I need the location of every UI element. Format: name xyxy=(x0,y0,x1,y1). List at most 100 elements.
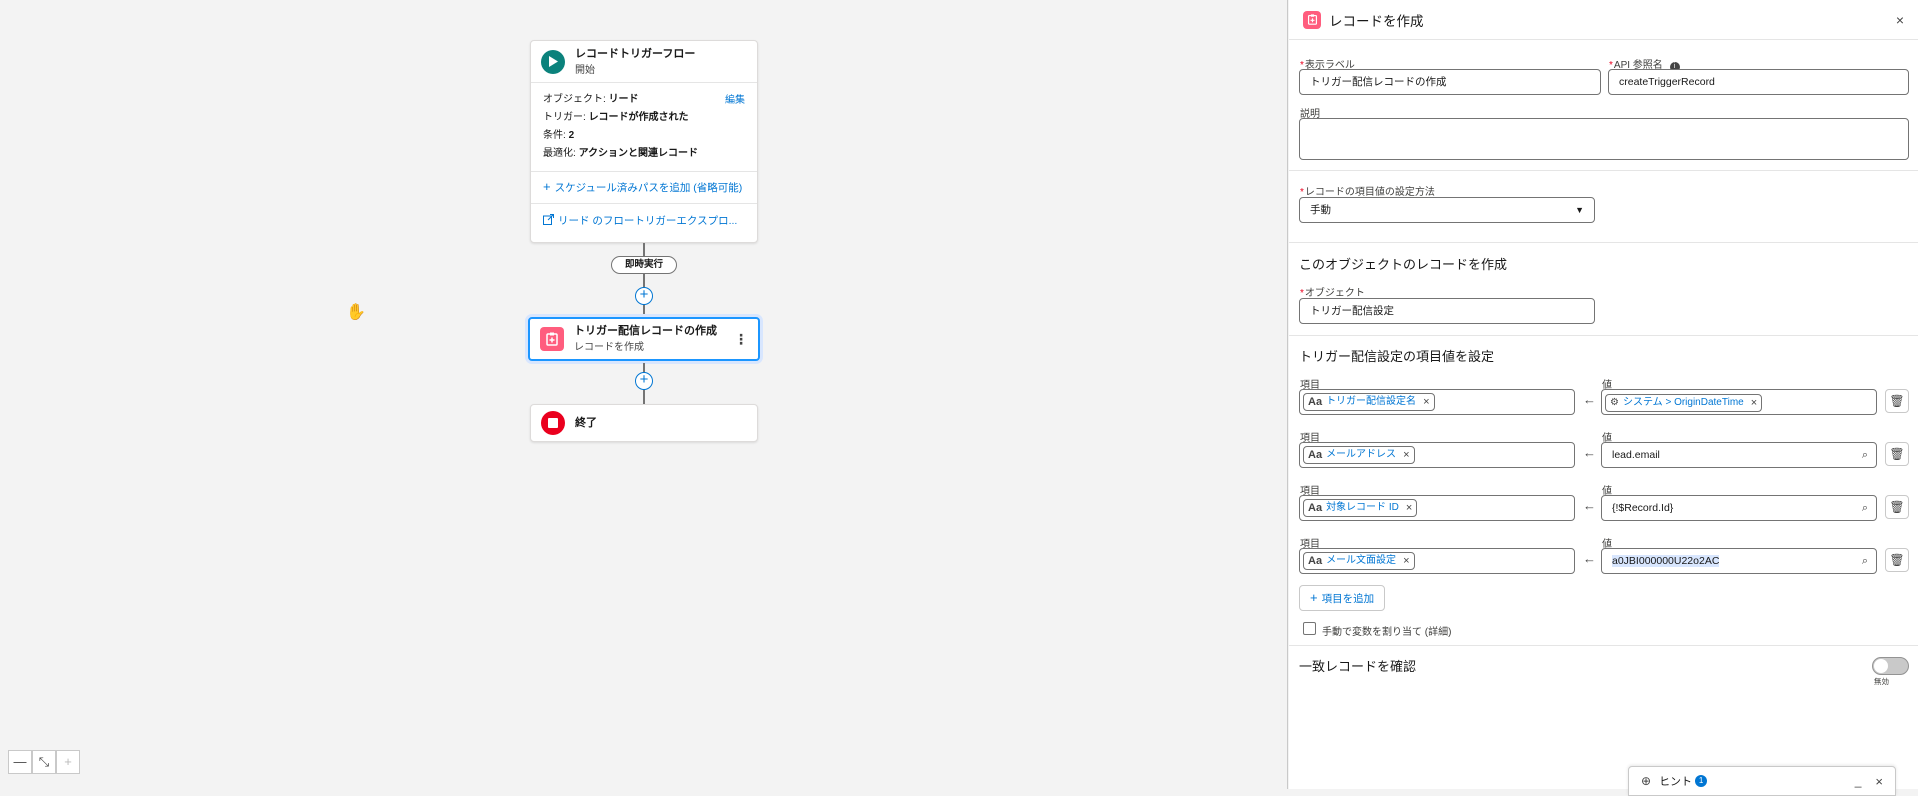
text-field-icon: Aa xyxy=(1308,396,1323,408)
remove-icon[interactable]: × xyxy=(1751,391,1757,415)
trigger-value: レコードが作成された xyxy=(588,112,689,123)
text-field-icon: Aa xyxy=(1308,502,1323,514)
api-name-input[interactable]: createTriggerRecord xyxy=(1608,69,1909,95)
conditions-label: 条件: xyxy=(543,130,566,141)
field-chip[interactable]: Aa メールアドレス × xyxy=(1303,446,1415,464)
value-text: {!$Record.Id} xyxy=(1612,502,1674,514)
hand-cursor-icon: ✋ xyxy=(346,304,366,321)
search-icon: ⌕ xyxy=(1861,555,1868,567)
immediate-path-pill[interactable]: 即時実行 xyxy=(611,256,677,274)
optimize-value: アクションと関連レコード xyxy=(578,148,699,159)
search-icon: ⌕ xyxy=(1861,502,1868,514)
add-element-button[interactable]: + xyxy=(635,372,653,390)
start-node[interactable]: レコードトリガーフロー 開始 オブジェクト: リード トリガー: レコードが作成… xyxy=(530,40,758,243)
delete-row-icon[interactable]: 🗑 xyxy=(1885,548,1909,572)
zoom-out-button[interactable]: — xyxy=(8,750,32,774)
end-node[interactable]: 終了 xyxy=(530,404,758,442)
value-input[interactable]: lead.email ⌕ xyxy=(1601,442,1877,468)
create-record-node-title: トリガー配信レコードの作成 xyxy=(574,325,717,337)
add-scheduled-path-label: スケジュール済みパスを追加 (省略可能) xyxy=(554,182,743,194)
value-input[interactable]: a0JBI000000U22o2AC ⌕ xyxy=(1601,548,1877,574)
arrow-left-icon: ← xyxy=(1583,392,1596,407)
create-record-node[interactable]: トリガー配信レコードの作成 レコードを作成 ⋮ xyxy=(528,317,760,361)
add-element-button[interactable]: + xyxy=(635,287,653,305)
match-record-toggle[interactable] xyxy=(1872,657,1909,675)
external-link-icon xyxy=(543,214,554,228)
stop-icon xyxy=(541,411,565,435)
hint-count-badge: 1 xyxy=(1695,775,1708,787)
zoom-controls: — ⤡ + xyxy=(8,750,80,774)
conditions-value: 2 xyxy=(568,130,575,141)
panel-title: レコードを作成 xyxy=(1329,13,1424,29)
remove-icon[interactable]: × xyxy=(1423,390,1429,414)
field-input[interactable]: Aa 対象レコード ID × xyxy=(1299,495,1575,521)
set-method-label: *レコードの項目値の設定方法 xyxy=(1300,187,1435,198)
plus-icon: + xyxy=(543,179,551,194)
flow-canvas[interactable]: レコードトリガーフロー 開始 オブジェクト: リード トリガー: レコードが作成… xyxy=(0,0,1288,789)
search-icon: ⌕ xyxy=(1861,449,1868,461)
field-input[interactable]: Aa トリガー配信設定名 × xyxy=(1299,389,1575,415)
create-record-icon xyxy=(540,327,564,351)
delete-row-icon[interactable]: 🗑 xyxy=(1885,495,1909,519)
optimize-label: 最適化: xyxy=(543,148,576,159)
remove-icon[interactable]: × xyxy=(1403,443,1409,467)
global-variable-icon: ⚙ xyxy=(1610,397,1619,408)
value-text: lead.email xyxy=(1612,449,1660,461)
field-chip[interactable]: Aa トリガー配信設定名 × xyxy=(1303,393,1435,411)
close-icon[interactable]: × xyxy=(1875,774,1883,789)
text-field-icon: Aa xyxy=(1308,449,1323,461)
set-method-value: 手動 xyxy=(1310,204,1331,216)
object-label: *オブジェクト xyxy=(1300,288,1365,299)
arrow-left-icon: ← xyxy=(1583,498,1596,513)
trigger-explorer-label: リード のフロートリガーエクスプロ... xyxy=(558,215,738,227)
add-field-label: 項目を追加 xyxy=(1321,593,1375,605)
text-field-icon: Aa xyxy=(1308,555,1323,567)
field-input[interactable]: Aa メール文面設定 × xyxy=(1299,548,1575,574)
manual-assign-label: 手動で変数を割り当て (詳細) xyxy=(1322,627,1452,638)
set-values-section-title: トリガー配信設定の項目値を設定 xyxy=(1299,349,1495,364)
manual-assign-checkbox[interactable] xyxy=(1303,622,1316,635)
delete-row-icon[interactable]: 🗑 xyxy=(1885,442,1909,466)
hint-panel[interactable]: ⊕ ヒント 1 _ × xyxy=(1628,766,1896,796)
description-textarea[interactable] xyxy=(1299,118,1909,160)
object-input[interactable]: トリガー配信設定 xyxy=(1299,298,1595,324)
trigger-label: トリガー: xyxy=(543,112,586,123)
add-scheduled-path-link[interactable]: + スケジュール済みパスを追加 (省略可能) xyxy=(531,172,757,204)
add-field-button[interactable]: + 項目を追加 xyxy=(1299,585,1386,611)
edit-start-link[interactable]: 編集 xyxy=(725,92,745,110)
create-record-icon xyxy=(1303,10,1321,29)
value-input[interactable]: ⚙ システム > OriginDateTime × xyxy=(1601,389,1877,415)
field-chip[interactable]: Aa 対象レコード ID × xyxy=(1303,496,1418,520)
start-node-subtitle: 開始 xyxy=(575,64,595,76)
set-method-select[interactable]: 手動 ▼ xyxy=(1299,197,1595,223)
create-record-node-subtitle: レコードを作成 xyxy=(574,342,644,353)
field-chip[interactable]: Aa メール文面設定 × xyxy=(1303,552,1415,570)
label-input[interactable]: トリガー配信レコードの作成 xyxy=(1299,69,1601,95)
toggle-state-label: 無効 xyxy=(1874,677,1889,686)
field-input[interactable]: Aa メールアドレス × xyxy=(1299,442,1575,468)
chevron-down-icon: ▼ xyxy=(1575,205,1584,215)
start-node-details: オブジェクト: リード トリガー: レコードが作成された 条件: 2 最適化: … xyxy=(531,83,757,172)
remove-icon[interactable]: × xyxy=(1406,496,1412,520)
close-icon[interactable]: × xyxy=(1896,12,1904,28)
field-chip-label: メール文面設定 xyxy=(1326,555,1397,566)
arrow-left-icon: ← xyxy=(1583,551,1596,566)
value-text: a0JBI000000U22o2AC xyxy=(1612,555,1720,567)
fit-view-button[interactable]: ⤡ xyxy=(32,750,56,774)
connector-line xyxy=(643,243,645,317)
minimize-icon[interactable]: _ xyxy=(1855,774,1862,788)
field-chip-label: メールアドレス xyxy=(1326,449,1397,460)
start-node-title: レコードトリガーフロー xyxy=(575,47,696,60)
delete-row-icon[interactable]: 🗑 xyxy=(1885,389,1909,413)
object-value: リード xyxy=(608,94,639,105)
zoom-in-button[interactable]: + xyxy=(56,750,80,774)
remove-icon[interactable]: × xyxy=(1403,549,1409,573)
value-input[interactable]: {!$Record.Id} ⌕ xyxy=(1601,495,1877,521)
node-menu-icon[interactable]: ⋮ xyxy=(734,331,748,348)
object-label: オブジェクト: xyxy=(543,94,606,105)
match-record-section-title: 一致レコードを確認 xyxy=(1299,659,1417,674)
create-object-section-title: このオブジェクトのレコードを作成 xyxy=(1299,257,1508,272)
value-chip[interactable]: ⚙ システム > OriginDateTime × xyxy=(1605,391,1763,415)
trigger-explorer-link[interactable]: リード のフロートリガーエクスプロ... xyxy=(531,204,757,237)
arrow-left-icon: ← xyxy=(1583,445,1596,460)
